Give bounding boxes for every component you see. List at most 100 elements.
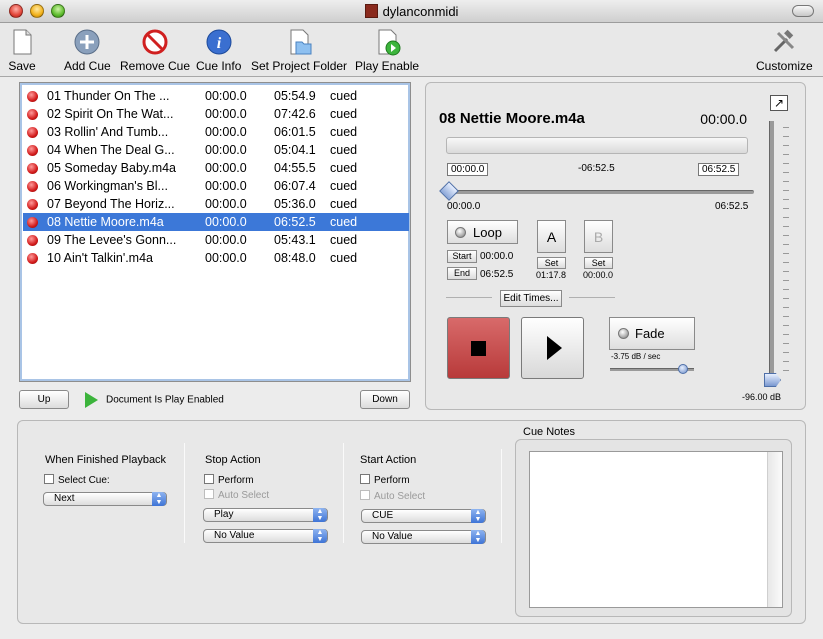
- expand-icon[interactable]: ↗: [770, 95, 788, 111]
- fade-button[interactable]: Fade: [609, 317, 695, 350]
- cue-name: 02 Spirit On The Wat...: [47, 107, 174, 121]
- start-action-title: Start Action: [360, 454, 417, 466]
- toolbar-toggle-button[interactable]: [792, 5, 814, 17]
- cue-start: 00:00.0: [205, 179, 247, 193]
- cue-name: 01 Thunder On The ...: [47, 89, 170, 103]
- cue-info-button[interactable]: i Cue Info: [196, 28, 241, 73]
- status-led-icon: [27, 127, 38, 138]
- scrub-track[interactable]: [446, 190, 754, 194]
- cue-notes-title: Cue Notes: [523, 426, 575, 438]
- end-button[interactable]: End: [447, 267, 477, 280]
- volume-handle[interactable]: [764, 373, 781, 387]
- start-perform-checkbox[interactable]: Perform: [360, 474, 410, 486]
- start-auto-select-checkbox[interactable]: Auto Select: [360, 490, 425, 502]
- play-enable-button[interactable]: Play Enable: [355, 28, 419, 73]
- cue-notes-textarea[interactable]: [529, 451, 783, 608]
- b-set-button[interactable]: Set: [584, 257, 613, 269]
- cue-row[interactable]: 09 The Levee's Gonn... 00:00.0 05:43.1 cued: [23, 231, 409, 249]
- save-button[interactable]: Save: [8, 28, 36, 73]
- select-cue-popup[interactable]: Next ▲ ▼: [43, 492, 167, 506]
- cue-name: 05 Someday Baby.m4a: [47, 161, 177, 175]
- cue-settings-panel: When Finished Playback Select Cue: Next ▲…: [17, 420, 806, 624]
- cue-row[interactable]: 05 Someday Baby.m4a 00:00.0 04:55.5 cued: [23, 159, 409, 177]
- play-icon: [547, 336, 562, 360]
- cue-status: cued: [330, 179, 358, 193]
- loop-led-icon: [455, 227, 466, 238]
- up-button[interactable]: Up: [19, 390, 69, 409]
- edit-times-button[interactable]: Edit Times...: [500, 290, 562, 307]
- cue-name: 07 Beyond The Horiz...: [47, 197, 175, 211]
- cue-start: 00:00.0: [205, 125, 247, 139]
- status-led-icon: [27, 181, 38, 192]
- start-action-popup[interactable]: CUE ▲ ▼: [361, 509, 486, 523]
- stop-auto-select-checkbox[interactable]: Auto Select: [204, 489, 269, 501]
- scrub-end-time: 06:52.5: [715, 201, 749, 212]
- cue-start: 00:00.0: [205, 233, 247, 247]
- cue-row[interactable]: 01 Thunder On The ... 00:00.0 05:54.9 cued: [23, 87, 409, 105]
- fade-led-icon: [618, 328, 629, 339]
- select-cue-checkbox[interactable]: Select Cue:: [44, 474, 110, 486]
- a-set-button[interactable]: Set: [537, 257, 566, 269]
- remove-cue-button[interactable]: Remove Cue: [120, 28, 190, 73]
- status-led-icon: [27, 109, 38, 120]
- progress-start-field[interactable]: 00:00.0: [447, 163, 489, 176]
- start-value-popup[interactable]: No Value ▲ ▼: [361, 530, 486, 544]
- down-button[interactable]: Down: [360, 390, 410, 409]
- cue-status: cued: [330, 197, 358, 211]
- scrub-handle[interactable]: [439, 181, 459, 201]
- cue-row[interactable]: 07 Beyond The Horiz... 00:00.0 05:36.0 cued: [23, 195, 409, 213]
- cue-duration: 07:42.6: [274, 107, 316, 121]
- track-title: 08 Nettie Moore.m4a: [439, 110, 585, 127]
- info-icon: i: [206, 29, 232, 55]
- stop-perform-checkbox[interactable]: Perform: [204, 474, 254, 486]
- add-cue-button[interactable]: Add Cue: [64, 28, 111, 73]
- cue-status: cued: [330, 251, 358, 265]
- cue-duration: 05:43.1: [274, 233, 316, 247]
- b-marker-button[interactable]: B: [584, 220, 613, 253]
- cue-duration: 06:07.4: [274, 179, 316, 193]
- loop-button[interactable]: Loop: [447, 220, 518, 244]
- tools-icon: [774, 29, 795, 53]
- cue-start: 00:00.0: [205, 89, 247, 103]
- progress-end-field[interactable]: 06:52.5: [698, 163, 740, 176]
- no-entry-icon: [142, 29, 168, 55]
- cue-row[interactable]: 04 When The Deal G... 00:00.0 05:04.1 cued: [23, 141, 409, 159]
- play-status-icon: [85, 392, 98, 408]
- player-panel: 08 Nettie Moore.m4a 00:00.0 ↗ 00:00.0 -0…: [425, 82, 806, 410]
- cue-row[interactable]: 10 Ain't Talkin'.m4a 00:00.0 08:48.0 cued: [23, 249, 409, 267]
- b-time: 00:00.0: [583, 270, 614, 280]
- fade-slider-handle[interactable]: [678, 364, 688, 374]
- end-time: 06:52.5: [480, 269, 514, 280]
- separator: [343, 443, 344, 543]
- volume-slider[interactable]: [769, 121, 774, 381]
- cue-row[interactable]: 03 Rollin' And Tumb... 00:00.0 06:01.5 cued: [23, 123, 409, 141]
- cue-notes-box: [515, 439, 792, 617]
- popup-arrows-icon: ▲ ▼: [313, 508, 327, 522]
- customize-button[interactable]: Customize: [756, 28, 813, 73]
- status-led-icon: [27, 199, 38, 210]
- title-bar: dylanconmidi: [0, 0, 823, 23]
- set-project-folder-button[interactable]: Set Project Folder: [251, 28, 347, 73]
- start-button[interactable]: Start: [447, 250, 477, 263]
- a-marker-button[interactable]: A: [537, 220, 566, 253]
- cue-status: cued: [330, 233, 358, 247]
- cue-row[interactable]: 02 Spirit On The Wat... 00:00.0 07:42.6 cue…: [23, 105, 409, 123]
- separator: [184, 443, 185, 543]
- cue-list[interactable]: 01 Thunder On The ... 00:00.0 05:54.9 cued 0…: [19, 82, 411, 382]
- stop-action-popup[interactable]: Play ▲ ▼: [203, 508, 328, 522]
- svg-text:i: i: [216, 35, 221, 52]
- status-led-icon: [27, 253, 38, 264]
- cue-start: 00:00.0: [205, 215, 247, 229]
- play-button[interactable]: [521, 317, 584, 379]
- progress-bar: [446, 137, 748, 154]
- fade-rate: -3.75 dB / sec: [611, 352, 661, 361]
- cue-row[interactable]: 06 Workingman's Bl... 00:00.0 06:07.4 cued: [23, 177, 409, 195]
- cue-start: 00:00.0: [205, 197, 247, 211]
- cue-row[interactable]: 08 Nettie Moore.m4a 00:00.0 06:52.5 cued: [23, 213, 409, 231]
- cue-name: 04 When The Deal G...: [47, 143, 175, 157]
- notes-scrollbar[interactable]: [767, 452, 782, 607]
- cue-duration: 06:01.5: [274, 125, 316, 139]
- stop-value-popup[interactable]: No Value ▲ ▼: [203, 529, 328, 543]
- stop-button[interactable]: [447, 317, 510, 379]
- status-led-icon: [27, 163, 38, 174]
